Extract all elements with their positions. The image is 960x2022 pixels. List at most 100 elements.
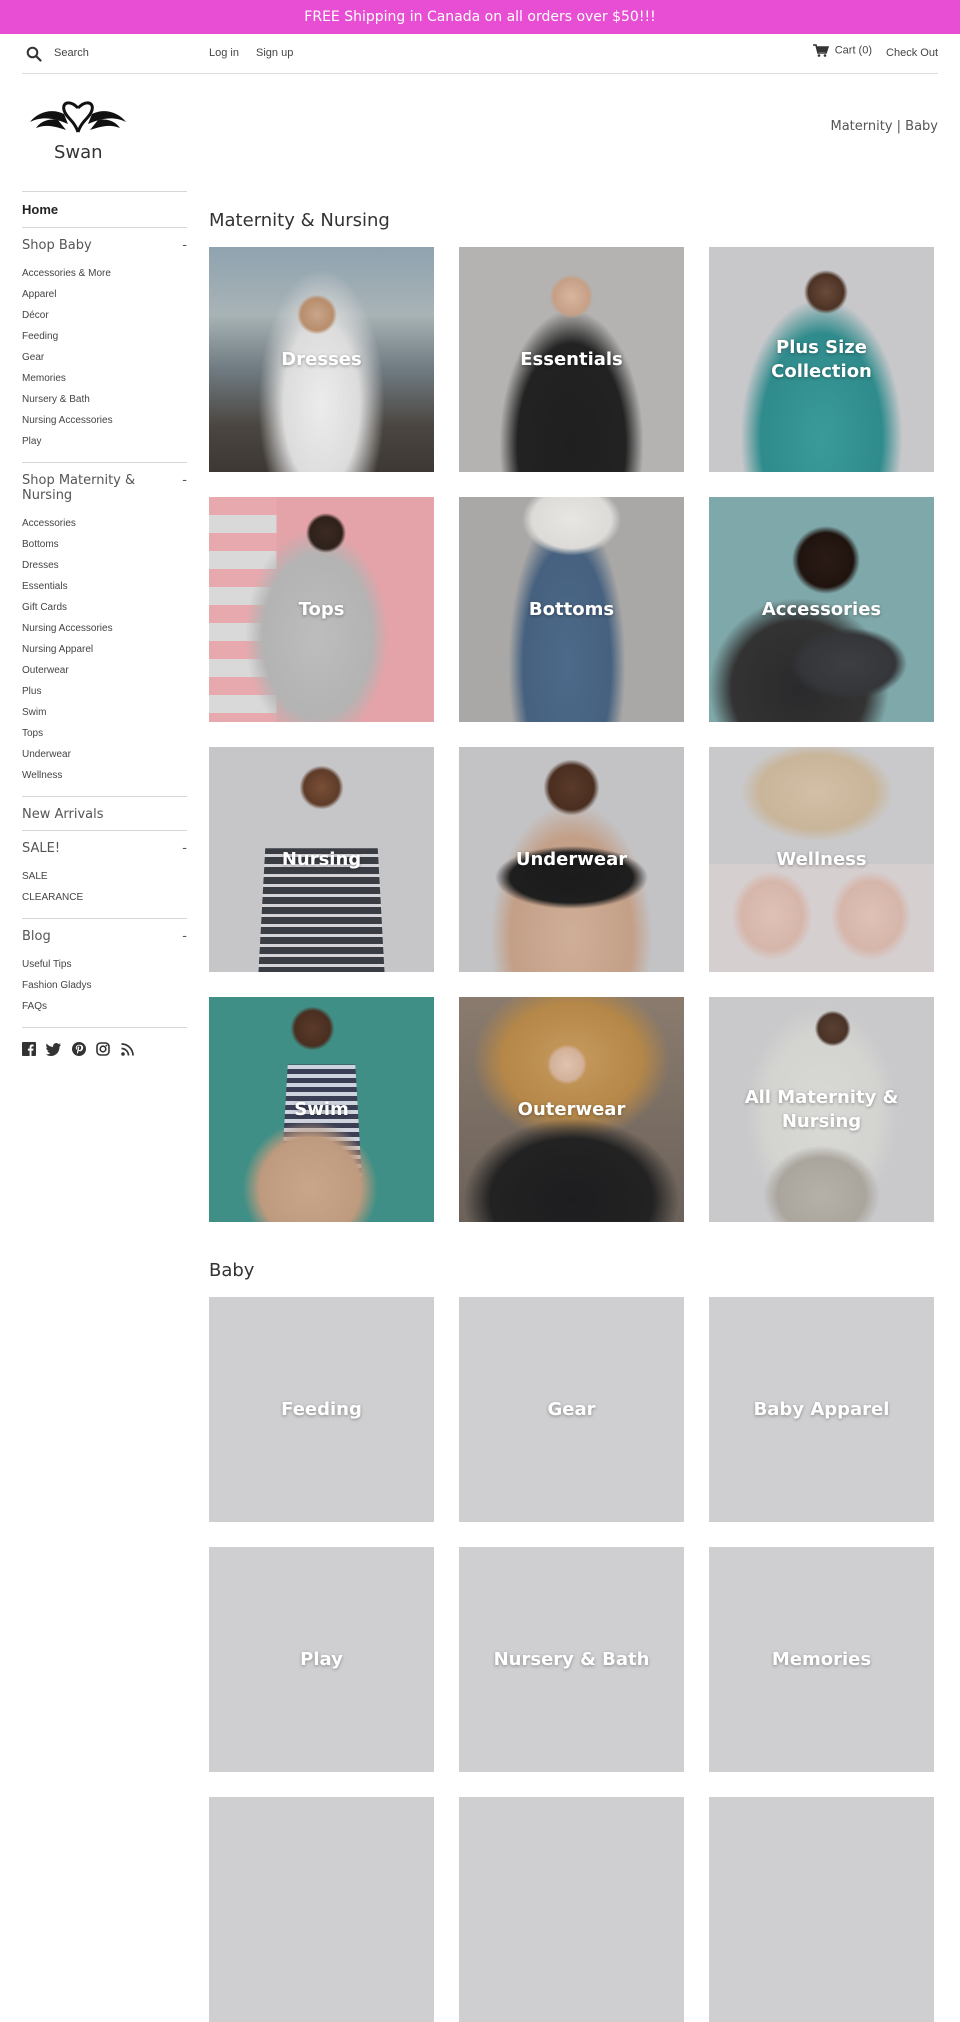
collection-tile-essentials[interactable]: Essentials xyxy=(459,247,684,472)
sidebar-section-shop-baby[interactable]: Shop Baby - xyxy=(22,228,187,261)
collection-tile[interactable] xyxy=(459,1797,684,2022)
collapse-toggle-icon[interactable]: - xyxy=(182,841,187,856)
twitter-icon[interactable] xyxy=(46,1042,62,1061)
pinterest-icon[interactable] xyxy=(71,1042,86,1061)
sidebar-item[interactable]: Plus xyxy=(22,681,187,702)
collection-tile-feeding[interactable]: Feeding xyxy=(209,1297,434,1522)
tile-label: Gear xyxy=(547,1398,596,1420)
section-title: SALE! xyxy=(22,841,61,856)
sidebar-item[interactable]: Underwear xyxy=(22,744,187,765)
main-content: Maternity & Nursing Dresses Essentials P… xyxy=(209,210,939,2022)
tile-label: All Maternity & Nursing xyxy=(744,1086,899,1132)
collection-tile-plus-size[interactable]: Plus Size Collection xyxy=(709,247,934,472)
sidebar-section-shop-maternity[interactable]: Shop Maternity & Nursing - xyxy=(22,463,187,511)
collection-tile-baby-apparel[interactable]: Baby Apparel xyxy=(709,1297,934,1522)
tile-label: Swim xyxy=(294,1098,349,1120)
signup-link[interactable]: Sign up xyxy=(256,47,293,59)
sidebar-item[interactable]: Memories xyxy=(22,368,187,389)
sidebar-item[interactable]: Nursing Apparel xyxy=(22,639,187,660)
sidebar-item[interactable]: Wellness xyxy=(22,765,187,786)
sidebar-item[interactable]: Outerwear xyxy=(22,660,187,681)
sidebar-item[interactable]: Essentials xyxy=(22,576,187,597)
instagram-icon[interactable] xyxy=(96,1042,111,1061)
collection-tile-gear[interactable]: Gear xyxy=(459,1297,684,1522)
cart-link[interactable]: Cart (0) xyxy=(812,44,872,57)
tile-label: Play xyxy=(300,1648,343,1670)
collection-tile[interactable] xyxy=(209,1797,434,2022)
sidebar-item[interactable]: Nursery & Bath xyxy=(22,389,187,410)
collection-tile-tops[interactable]: Tops xyxy=(209,497,434,722)
tile-label: Tops xyxy=(298,598,345,620)
rss-icon[interactable] xyxy=(121,1042,134,1061)
sidebar: Home Shop Baby - Accessories & More Appar… xyxy=(22,191,187,1075)
collection-tile-underwear[interactable]: Underwear xyxy=(459,747,684,972)
sidebar-list-shop-baby: Accessories & More Apparel Décor Feeding… xyxy=(22,261,187,462)
sidebar-item[interactable]: Décor xyxy=(22,305,187,326)
search-form[interactable] xyxy=(22,44,192,64)
collection-tile-accessories[interactable]: Accessories xyxy=(709,497,934,722)
collapse-toggle-icon[interactable]: - xyxy=(182,473,187,488)
sidebar-item[interactable]: Feeding xyxy=(22,326,187,347)
section-title: Shop Baby xyxy=(22,238,92,253)
header-nav[interactable]: Maternity | Baby xyxy=(830,119,938,134)
sidebar-item[interactable]: Gift Cards xyxy=(22,597,187,618)
collection-tile-outerwear[interactable]: Outerwear xyxy=(459,997,684,1222)
collapse-toggle-icon[interactable]: - xyxy=(182,929,187,944)
tile-label: Underwear xyxy=(515,848,628,870)
collection-tile-nursing[interactable]: Nursing xyxy=(209,747,434,972)
section-title: Blog xyxy=(22,929,51,944)
collection-tile-bottoms[interactable]: Bottoms xyxy=(459,497,684,722)
collection-tile-nursery-bath[interactable]: Nursery & Bath xyxy=(459,1547,684,1772)
social-links xyxy=(22,1028,187,1075)
sidebar-item[interactable]: CLEARANCE xyxy=(22,887,187,908)
sidebar-item[interactable]: Bottoms xyxy=(22,534,187,555)
sidebar-item[interactable]: Useful Tips xyxy=(22,954,187,975)
tile-label: Essentials xyxy=(520,348,623,370)
section-title: New Arrivals xyxy=(22,807,104,822)
sidebar-section-sale[interactable]: SALE! - xyxy=(22,831,187,864)
sidebar-section-blog[interactable]: Blog - xyxy=(22,919,187,952)
sidebar-item[interactable]: Nursing Accessories xyxy=(22,618,187,639)
cart-icon xyxy=(812,44,829,57)
cart-label: Cart (0) xyxy=(834,44,872,57)
tile-label: Feeding xyxy=(281,1398,362,1420)
sidebar-item[interactable]: Swim xyxy=(22,702,187,723)
tile-label: Bottoms xyxy=(528,598,615,620)
sidebar-item[interactable]: Fashion Gladys xyxy=(22,975,187,996)
facebook-icon[interactable] xyxy=(22,1042,36,1061)
tile-label: Dresses xyxy=(281,348,362,370)
sidebar-item[interactable]: Tops xyxy=(22,723,187,744)
sidebar-item[interactable]: Apparel xyxy=(22,284,187,305)
sidebar-item[interactable]: FAQs xyxy=(22,996,187,1017)
collection-tile-dresses[interactable]: Dresses xyxy=(209,247,434,472)
sidebar-list-shop-maternity: Accessories Bottoms Dresses Essentials G… xyxy=(22,511,187,796)
sidebar-item-home[interactable]: Home xyxy=(22,192,187,227)
sidebar-item-new-arrivals[interactable]: New Arrivals xyxy=(22,797,187,830)
collection-tile-wellness[interactable]: Wellness xyxy=(709,747,934,972)
collection-tile-play[interactable]: Play xyxy=(209,1547,434,1772)
tile-label: Baby Apparel xyxy=(753,1398,890,1420)
tile-label: Plus Size Collection xyxy=(771,336,872,382)
sidebar-item[interactable]: Nursing Accessories xyxy=(22,410,187,431)
sidebar-list-blog: Useful Tips Fashion Gladys FAQs xyxy=(22,952,187,1027)
sidebar-item[interactable]: Play xyxy=(22,431,187,452)
collapse-toggle-icon[interactable]: - xyxy=(182,238,187,253)
sidebar-item[interactable]: Accessories & More xyxy=(22,263,187,284)
collection-grid-baby: Feeding Gear Baby Apparel Play Nursery &… xyxy=(209,1297,939,2022)
sidebar-item[interactable]: Dresses xyxy=(22,555,187,576)
search-icon[interactable] xyxy=(26,46,42,62)
sidebar-item[interactable]: Accessories xyxy=(22,513,187,534)
collection-tile[interactable] xyxy=(709,1797,934,2022)
tile-label: Wellness xyxy=(776,848,867,870)
login-link[interactable]: Log in xyxy=(209,47,239,59)
top-bar: Log in Sign up Cart (0) Check Out xyxy=(22,34,938,74)
collection-tile-memories[interactable]: Memories xyxy=(709,1547,934,1772)
sidebar-item[interactable]: SALE xyxy=(22,866,187,887)
search-input[interactable] xyxy=(54,44,184,62)
collection-tile-swim[interactable]: Swim xyxy=(209,997,434,1222)
collection-tile-all-maternity[interactable]: All Maternity & Nursing xyxy=(709,997,934,1222)
section-title: Shop Maternity & Nursing xyxy=(22,473,136,503)
checkout-link[interactable]: Check Out xyxy=(886,47,938,59)
sidebar-item[interactable]: Gear xyxy=(22,347,187,368)
tile-label: Nursery & Bath xyxy=(493,1648,650,1670)
